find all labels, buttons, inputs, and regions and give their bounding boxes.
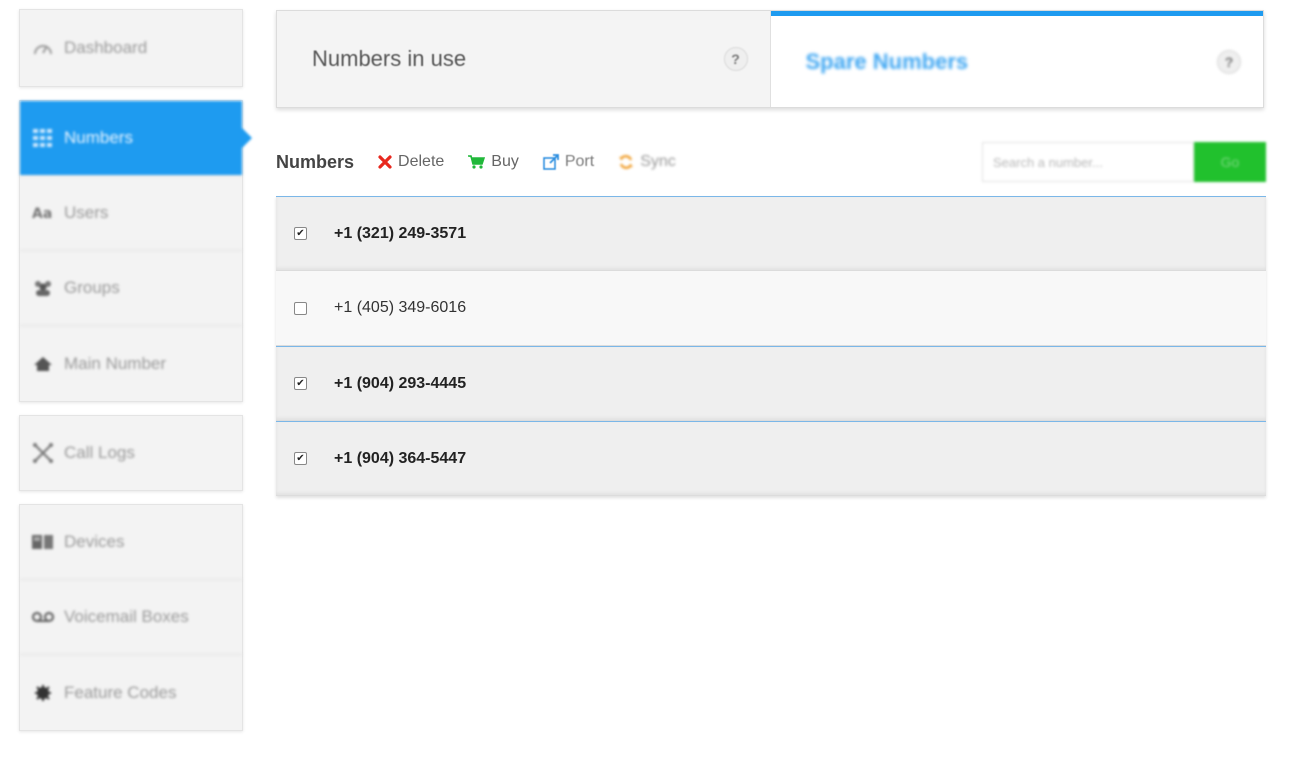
home-icon — [32, 355, 54, 373]
delete-icon — [378, 155, 392, 169]
grid-icon — [32, 129, 54, 147]
sidebar-item-voicemail-boxes[interactable]: Voicemail Boxes — [20, 580, 242, 655]
cart-icon — [468, 155, 486, 169]
list-item[interactable]: ✔ +1 (321) 249-3571 — [276, 196, 1266, 271]
delete-label: Delete — [398, 153, 445, 170]
list-item[interactable]: ✔ +1 (904) 293-4445 — [276, 346, 1266, 421]
phone-number: +1 (904) 293-4445 — [334, 374, 467, 392]
sidebar: Dashboard Numbers Aa Users Groups Main N… — [19, 9, 252, 744]
row-checkbox[interactable]: ✔ — [294, 452, 307, 465]
sidebar-item-label: Dashboard — [64, 38, 148, 57]
sidebar-item-devices[interactable]: Devices — [20, 505, 242, 580]
sidebar-item-label: Feature Codes — [64, 682, 177, 702]
sidebar-item-label: Users — [64, 203, 109, 222]
call-logs-icon — [32, 443, 54, 463]
tab-spare-numbers[interactable]: Spare Numbers ? — [770, 11, 1263, 107]
sidebar-item-dashboard[interactable]: Dashboard — [20, 10, 242, 86]
devices-icon — [32, 533, 54, 551]
sidebar-group-call-logs: Call Logs — [19, 415, 243, 491]
sidebar-item-main-number[interactable]: Main Number — [20, 326, 242, 401]
sidebar-item-label: Numbers — [64, 128, 133, 147]
sidebar-item-groups[interactable]: Groups — [20, 251, 242, 326]
feature-codes-icon — [32, 684, 54, 702]
voicemail-icon — [32, 608, 54, 626]
tab-label: Spare Numbers — [805, 48, 969, 74]
go-button[interactable]: Go — [1194, 142, 1266, 182]
phone-number: +1 (405) 349-6016 — [334, 299, 467, 316]
buy-label: Buy — [491, 153, 519, 170]
port-button[interactable]: Port — [543, 153, 594, 171]
list-item[interactable]: +1 (405) 349-6016 — [276, 271, 1266, 346]
sidebar-item-label: Main Number — [64, 353, 167, 373]
buy-button[interactable]: Buy — [468, 153, 519, 171]
number-tabs: Numbers in use ? Spare Numbers ? — [276, 10, 1264, 108]
sidebar-group-main: Numbers Aa Users Groups Main Number — [19, 100, 252, 402]
sidebar-item-call-logs[interactable]: Call Logs — [20, 416, 242, 490]
sidebar-item-label: Groups — [64, 278, 120, 297]
help-icon[interactable]: ? — [723, 47, 748, 71]
sidebar-group-devices: Devices Voicemail Boxes Feature Codes — [19, 504, 243, 731]
sync-icon — [618, 154, 634, 170]
row-checkbox[interactable]: ✔ — [294, 227, 307, 240]
help-icon[interactable]: ? — [1217, 49, 1241, 74]
phone-number: +1 (904) 364-5447 — [334, 449, 467, 467]
phone-number: +1 (321) 249-3571 — [334, 224, 467, 242]
tab-label: Numbers in use — [312, 46, 467, 71]
sidebar-item-users[interactable]: Aa Users — [20, 176, 242, 251]
sync-label: Sync — [640, 153, 676, 170]
section-title: Numbers — [276, 151, 355, 172]
users-icon: Aa — [32, 204, 54, 222]
tab-numbers-in-use[interactable]: Numbers in use ? — [277, 11, 771, 107]
sidebar-item-feature-codes[interactable]: Feature Codes — [20, 655, 242, 730]
sync-button[interactable]: Sync — [618, 153, 676, 171]
numbers-toolbar: Numbers Delete Buy Port Sync Go — [276, 142, 1266, 182]
sidebar-item-label: Voicemail Boxes — [64, 607, 189, 626]
row-checkbox[interactable]: ✔ — [294, 377, 307, 390]
row-checkbox[interactable] — [294, 301, 307, 315]
sidebar-item-numbers[interactable]: Numbers — [20, 101, 252, 176]
numbers-list: ✔ +1 (321) 249-3571 +1 (405) 349-6016 ✔ … — [276, 196, 1266, 496]
sidebar-group-dashboard: Dashboard — [19, 9, 243, 87]
sidebar-item-label: Call Logs — [64, 443, 135, 462]
number-search: Go — [982, 142, 1266, 182]
port-label: Port — [564, 153, 595, 170]
delete-button[interactable]: Delete — [378, 153, 444, 171]
external-link-icon — [543, 154, 559, 170]
dashboard-icon — [32, 39, 54, 57]
groups-icon — [32, 279, 54, 297]
list-item[interactable]: ✔ +1 (904) 364-5447 — [276, 421, 1266, 496]
search-input[interactable] — [982, 142, 1194, 182]
svg-text:Aa: Aa — [32, 206, 52, 221]
sidebar-item-label: Devices — [64, 532, 125, 551]
